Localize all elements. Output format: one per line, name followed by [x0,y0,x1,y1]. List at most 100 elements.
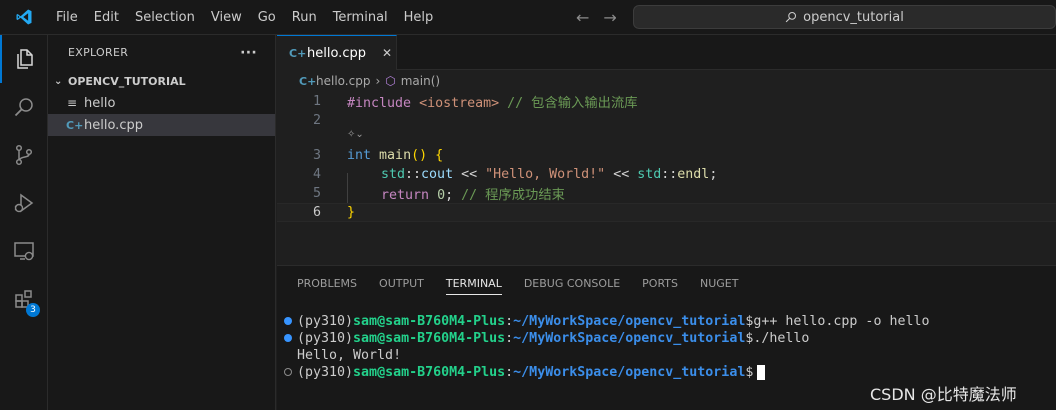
scope-operator: :: [661,167,678,182]
search-icon [14,98,33,117]
tab-problems[interactable]: PROBLEMS [289,266,365,301]
vscode-logo-icon [0,0,48,35]
identifier-endl: endl [677,167,710,182]
command-center-search[interactable]: opencv_tutorial [633,5,1056,29]
semicolon: ; [709,167,718,182]
breadcrumb-file[interactable]: hello.cpp [316,74,370,88]
terminal-output[interactable]: (py310) sam@sam-B760M4-Plus: ~/MyWorkSpac… [277,313,1056,381]
menu-file[interactable]: File [48,0,86,35]
tab-ports[interactable]: PORTS [634,266,686,301]
title-bar: File Edit Selection View Go Run Terminal… [0,0,1056,35]
tab-terminal[interactable]: TERMINAL [438,266,510,301]
panel-tabs: PROBLEMS OUTPUT TERMINAL DEBUG CONSOLE P… [277,266,1056,301]
file-item-hello-cpp[interactable]: C+ hello.cpp [48,114,275,136]
terminal-user: sam@sam-B760M4-Plus [353,331,506,346]
menu-selection[interactable]: Selection [127,0,203,35]
source-control-activity-button[interactable] [0,131,48,179]
explorer-activity-button[interactable] [0,35,48,83]
terminal-command: ./hello [753,331,810,346]
sidebar-title: EXPLORER [68,46,129,59]
line-number: 2 [312,113,321,128]
code-line-current: 6 } [277,203,1056,222]
terminal-colon: : [505,331,514,346]
line-number: 3 [312,148,321,163]
extensions-activity-button[interactable]: 3 [0,275,48,323]
menu-edit[interactable]: Edit [86,0,127,35]
file-label: hello [84,95,116,111]
menu-terminal[interactable]: Terminal [325,0,396,35]
tab-nuget[interactable]: NUGET [692,266,746,301]
command-pending-dot[interactable] [284,368,292,376]
back-arrow-icon[interactable]: ← [576,8,589,27]
terminal-colon: : [505,314,514,329]
run-debug-icon [14,193,34,213]
navigation-arrows: ← → [576,0,617,35]
stream-operator: << [605,167,638,182]
terminal-user: sam@sam-B760M4-Plus [353,365,506,380]
command-success-dot[interactable] [284,317,292,325]
remote-explorer-activity-button[interactable] [0,227,48,275]
line-number: 1 [312,94,321,109]
terminal-line: (py310) sam@sam-B760M4-Plus: ~/MyWorkSpac… [277,330,1056,347]
tab-output[interactable]: OUTPUT [371,266,432,301]
terminal-line: Hello, World! [277,347,1056,364]
scope-operator: :: [405,167,422,182]
number-literal: 0 [437,188,446,203]
preprocessor-directive: #include [347,96,412,111]
code-editor[interactable]: 1 #include <iostream> // 包含输入输出流库 2 ✧⌄ 3… [277,92,1056,264]
terminal-path: ~/MyWorkSpace/opencv_tutorial [513,314,746,329]
line-number: 5 [312,186,321,201]
menu-go[interactable]: Go [250,0,284,35]
sparkle-codelens-icon[interactable]: ✧⌄ [347,129,364,140]
menu-help[interactable]: Help [396,0,442,35]
close-brace: } [347,205,356,220]
forward-arrow-icon[interactable]: → [603,8,616,27]
terminal-cursor [757,365,766,380]
code-line: 4 std::cout << "Hello, World!" << std::e… [277,165,1056,184]
search-text: opencv_tutorial [803,9,904,25]
editor-tabs: C+ hello.cpp ✕ [277,35,1056,70]
more-actions-icon[interactable]: ··· [240,45,257,61]
terminal-path: ~/MyWorkSpace/opencv_tutorial [513,365,746,380]
line-number: 4 [312,167,321,182]
code-line: 5 return 0; // 程序成功结束 [277,184,1056,203]
file-label: hello.cpp [84,117,143,133]
tab-hello-cpp[interactable]: C+ hello.cpp ✕ [277,35,397,70]
code-line: 3 int main() { [277,146,1056,165]
line-number: 6 [312,205,321,220]
code-comment: // 包含输入输出流库 [507,96,638,111]
sidebar-header: EXPLORER ··· [48,35,275,70]
semicolon: ; [445,188,454,203]
menu-run[interactable]: Run [284,0,325,35]
menu-view[interactable]: View [203,0,250,35]
code-comment: // 程序成功结束 [461,188,565,203]
code-parens: () [411,148,428,163]
tab-label: hello.cpp [307,45,366,61]
watermark: CSDN @比特魔法师 [870,385,1017,404]
terminal-command: g++ hello.cpp -o hello [753,314,930,329]
terminal-env: (py310) [297,365,354,380]
identifier-cout: cout [421,167,454,182]
namespace-std: std [381,167,406,182]
namespace-std: std [637,167,662,182]
function-name: main [379,148,412,163]
include-target: <iostream> [419,96,500,111]
command-success-dot[interactable] [284,334,292,342]
terminal-env: (py310) [297,331,354,346]
files-icon [17,49,33,69]
terminal-prompt: $ [745,331,754,346]
code-keyword: int [347,148,372,163]
search-activity-button[interactable] [0,83,48,131]
close-icon[interactable]: ✕ [382,46,392,60]
terminal-prompt: $ [745,365,754,380]
tab-debug-console[interactable]: DEBUG CONSOLE [516,266,628,301]
run-debug-activity-button[interactable] [0,179,48,227]
folder-label: OPENCV_TUTORIAL [68,74,186,88]
remote-explorer-icon [14,242,34,261]
terminal-path: ~/MyWorkSpace/opencv_tutorial [513,331,746,346]
breadcrumb-symbol[interactable]: main() [401,74,440,88]
folder-opencv-tutorial[interactable]: ⌄ OPENCV_TUTORIAL [48,70,275,92]
file-item-hello[interactable]: ≡ hello [48,92,275,114]
terminal-user: sam@sam-B760M4-Plus [353,314,506,329]
extensions-badge: 3 [26,303,40,317]
